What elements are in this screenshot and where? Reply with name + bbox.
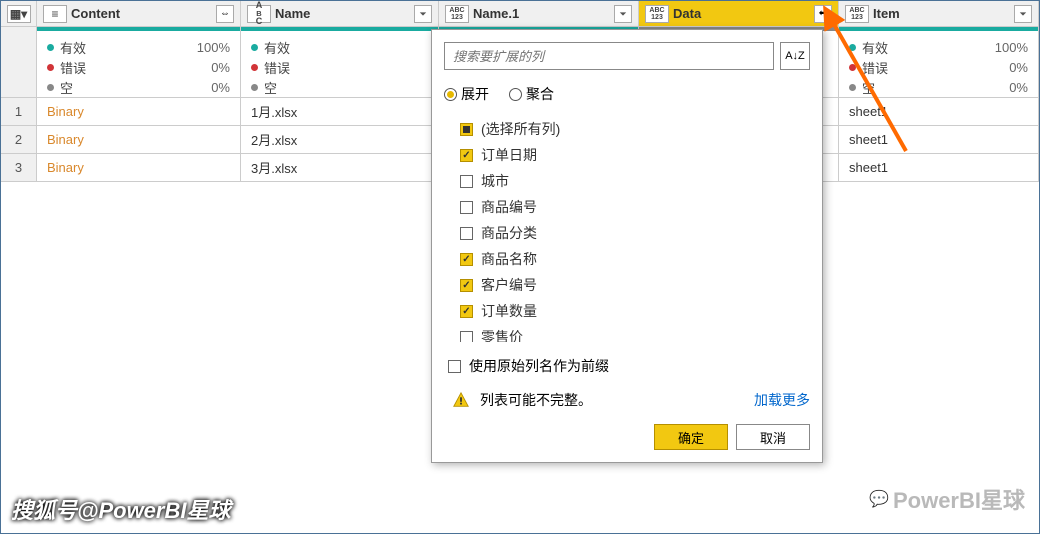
warning-icon <box>452 391 470 409</box>
column-label: Item <box>873 6 1010 21</box>
field-item[interactable]: 城市 <box>460 168 810 194</box>
field-item[interactable]: 零售价 <box>460 324 810 342</box>
checkbox[interactable] <box>460 175 473 188</box>
field-label: 零售价 <box>481 327 523 342</box>
field-label: 订单日期 <box>481 145 537 165</box>
radio-aggregate[interactable]: 聚合 <box>509 84 554 104</box>
field-item[interactable]: 客户编号 <box>460 272 810 298</box>
cell-item[interactable]: sheet1 <box>839 126 1039 153</box>
column-stats: 有效 错误 空 <box>241 31 439 97</box>
cancel-button[interactable]: 取消 <box>736 424 810 450</box>
filter-dropdown-icon[interactable] <box>614 5 632 23</box>
cell-content[interactable]: Binary <box>37 154 241 181</box>
checkbox[interactable] <box>460 149 473 162</box>
table-icon[interactable]: ▦▾ <box>7 5 31 23</box>
checkbox[interactable] <box>460 227 473 240</box>
checkbox-prefix[interactable] <box>448 360 461 373</box>
radio-expand[interactable]: 展开 <box>444 84 489 104</box>
column-label: Name <box>275 6 410 21</box>
checkbox[interactable] <box>460 253 473 266</box>
column-label: Data <box>673 6 810 21</box>
checkbox-select-all[interactable] <box>460 123 473 136</box>
field-label: 商品名称 <box>481 249 537 269</box>
column-label: Content <box>71 6 212 21</box>
column-stats: 有效100% 错误0% 空0% <box>839 31 1039 97</box>
cell-content[interactable]: Binary <box>37 126 241 153</box>
checkbox[interactable] <box>460 279 473 292</box>
column-stats: 有效100% 错误0% 空0% <box>37 31 241 97</box>
field-item[interactable]: 商品分类 <box>460 220 810 246</box>
field-label: 商品编号 <box>481 197 537 217</box>
column-label: Name.1 <box>473 6 610 21</box>
field-label: 订单数量 <box>481 301 537 321</box>
ok-button[interactable]: 确定 <box>654 424 728 450</box>
type-icon-text: ABC <box>247 5 271 23</box>
cell-item[interactable]: sheet1 <box>839 98 1039 125</box>
search-input[interactable] <box>444 42 774 70</box>
cell-item[interactable]: sheet1 <box>839 154 1039 181</box>
expand-icon[interactable]: ⇔ <box>216 5 234 23</box>
type-icon-any: ABC123 <box>445 5 469 23</box>
cell-name[interactable]: 3月.xlsx <box>241 154 439 181</box>
field-checklist[interactable]: (选择所有列)订单日期城市商品编号商品分类商品名称客户编号订单数量零售价销售额 <box>444 116 810 342</box>
column-header-name[interactable]: ABC Name <box>241 1 439 26</box>
watermark-left: 搜狐号@PowerBI星球 <box>11 493 230 525</box>
warning-text: 列表可能不完整。 <box>480 390 592 410</box>
type-icon-any: ABC123 <box>845 5 869 23</box>
field-item[interactable]: 商品编号 <box>460 194 810 220</box>
select-all-label: (选择所有列) <box>481 119 560 139</box>
load-more-link[interactable]: 加载更多 <box>754 390 810 410</box>
sort-button[interactable]: A↓Z <box>780 42 810 70</box>
field-label: 商品分类 <box>481 223 537 243</box>
field-label: 客户编号 <box>481 275 537 295</box>
field-label: 城市 <box>481 171 509 191</box>
prefix-label: 使用原始列名作为前缀 <box>469 356 609 376</box>
row-number: 2 <box>15 132 22 147</box>
type-icon-any: ABC123 <box>645 5 669 23</box>
checkbox[interactable] <box>460 305 473 318</box>
column-header-name1[interactable]: ABC123 Name.1 <box>439 1 639 26</box>
field-item[interactable]: 订单日期 <box>460 142 810 168</box>
cell-name[interactable]: 1月.xlsx <box>241 98 439 125</box>
expand-column-popup: A↓Z 展开 聚合 (选择所有列) 订单日期城市商品编号商品分类商品名称客户编号订… <box>431 29 823 463</box>
watermark-right: 💬PowerBI星球 <box>869 483 1025 515</box>
filter-dropdown-icon[interactable] <box>1014 5 1032 23</box>
expand-icon[interactable]: ⬌ <box>814 5 832 23</box>
checkbox[interactable] <box>460 201 473 214</box>
row-number: 3 <box>15 160 22 175</box>
column-header-content[interactable]: ≡ Content ⇔ <box>37 1 241 26</box>
cell-name[interactable]: 2月.xlsx <box>241 126 439 153</box>
field-item[interactable]: 订单数量 <box>460 298 810 324</box>
row-number: 1 <box>15 104 22 119</box>
type-icon-binary: ≡ <box>43 5 67 23</box>
cell-content[interactable]: Binary <box>37 98 241 125</box>
checkbox[interactable] <box>460 331 473 343</box>
filter-dropdown-icon[interactable] <box>414 5 432 23</box>
field-item[interactable]: 商品名称 <box>460 246 810 272</box>
column-header-data[interactable]: ABC123 Data ⬌ <box>639 1 839 26</box>
column-header-item[interactable]: ABC123 Item <box>839 1 1039 26</box>
